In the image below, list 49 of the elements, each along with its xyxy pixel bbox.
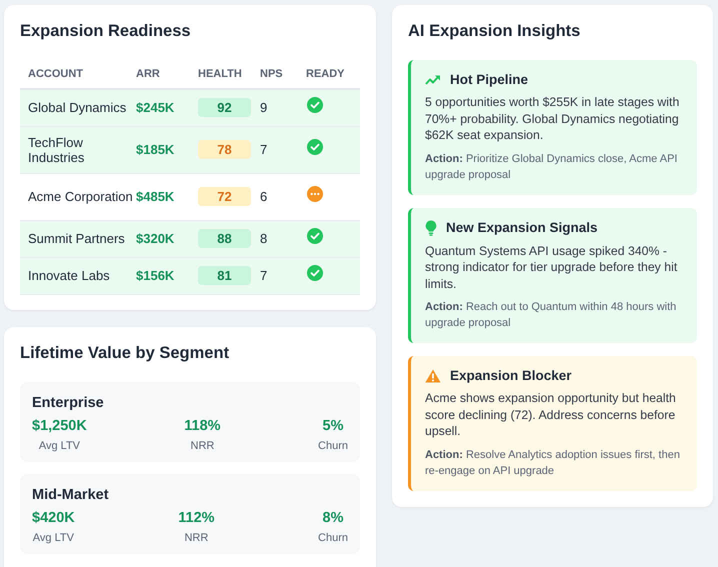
account-name: Global Dynamics	[28, 100, 126, 116]
action-text: Action: Prioritize Global Dynamics close, Acme API upgrade proposal	[425, 152, 678, 182]
nps-value: 6	[260, 189, 268, 204]
card-title: Expansion Readiness	[20, 21, 192, 41]
metric-label: Avg LTV	[38, 440, 80, 452]
card-title: AI Expansion Insights	[408, 21, 582, 41]
metric-label: Churn	[318, 440, 348, 452]
segment-name: Enterprise	[32, 394, 105, 412]
card-title: Lifetime Value by Segment	[20, 342, 230, 362]
arr-value: $320K	[136, 231, 174, 246]
nps-value: 8	[260, 231, 268, 246]
account-name: Acme Corporation	[28, 189, 133, 204]
account-name: Innovate Labs	[28, 268, 110, 283]
action-text: Action: Resolve Analytics adoption issues first, then re-engage on API upgrade	[425, 448, 681, 478]
health-score: 92	[198, 98, 251, 118]
health-score: 72	[198, 187, 251, 206]
lightbulb-icon	[425, 220, 437, 236]
account-name: Summit Partners	[28, 231, 125, 246]
metric-label: NRR	[190, 440, 214, 452]
account-name: TechFlow Industries	[28, 134, 86, 164]
arr-value: $156K	[136, 268, 174, 283]
metric-value: 8%	[322, 508, 344, 528]
metric-value: 118%	[184, 416, 221, 436]
health-score: 78	[198, 140, 251, 159]
insight-title: Expansion Blocker	[450, 368, 572, 383]
insight-title: New Expansion Signals	[446, 220, 598, 235]
health-score: 81	[198, 266, 251, 285]
trend-up-icon	[425, 74, 441, 86]
segment-name: Mid-Market	[32, 486, 110, 504]
metric-value: 5%	[322, 416, 344, 436]
metric-value: $1,250K	[32, 416, 87, 436]
insight-text: Acme shows expansion opportunity but health score declining (72). Address concerns before upsell.	[425, 390, 677, 440]
metric-label: NRR	[184, 532, 208, 544]
insight-text: 5 opportunities worth $255K in late stages with 70%+ probability. Global Dynamics negotiating $62K seat expansion.	[425, 94, 680, 144]
nps-value: 9	[260, 100, 268, 116]
metric-label: Churn	[318, 532, 348, 544]
warning-icon	[425, 368, 441, 382]
arr-value: $485K	[136, 189, 174, 204]
nps-value: 7	[260, 142, 268, 157]
action-text: Action: Reach out to Quantum within 48 hours with upgrade proposal	[425, 300, 678, 331]
health-score: 88	[198, 229, 251, 248]
insight-title: Hot Pipeline	[450, 72, 528, 87]
arr-value: $245K	[136, 100, 174, 116]
nps-value: 7	[260, 268, 268, 283]
insight-text: Quantum Systems API usage spiked 340% - strong indicator for tier upgrade before they hit limits.	[425, 242, 678, 292]
metric-value: 112%	[178, 508, 215, 528]
arr-value: $185K	[136, 142, 174, 157]
metric-label: Avg LTV	[32, 532, 74, 544]
metric-value: $420K	[32, 508, 75, 528]
